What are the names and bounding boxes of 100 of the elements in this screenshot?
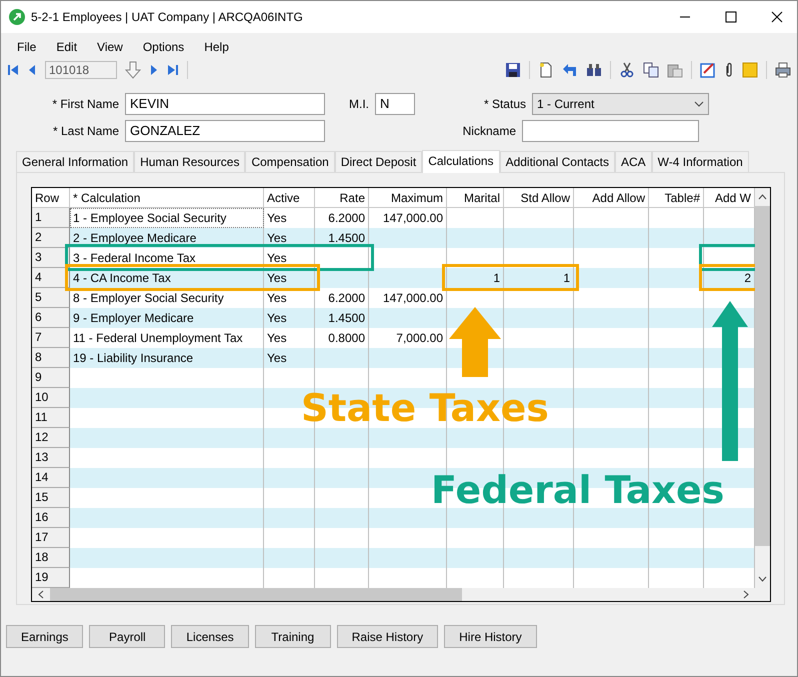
column-header[interactable]: Maximum — [369, 188, 447, 208]
paste-icon[interactable] — [667, 62, 683, 78]
row-number: 1 — [32, 208, 70, 228]
annotation-label: State Taxes — [301, 389, 549, 427]
table-cell: Yes — [264, 268, 315, 288]
edit-note-icon[interactable] — [700, 62, 716, 78]
cut-icon[interactable] — [619, 62, 635, 78]
app-logo-icon — [9, 9, 25, 25]
column-header[interactable]: Std Allow — [504, 188, 574, 208]
table-cell: Yes — [264, 308, 315, 328]
menu-item[interactable]: File — [7, 40, 46, 54]
tab[interactable]: Direct Deposit — [334, 151, 422, 172]
row-number: 15 — [32, 488, 70, 508]
tab[interactable]: ACA — [614, 151, 652, 172]
row-number: 3 — [32, 248, 70, 268]
tab[interactable]: General Information — [16, 151, 134, 172]
last-name-field[interactable]: GONZALEZ — [125, 120, 325, 142]
middle-initial-field[interactable]: N — [375, 93, 415, 115]
row-number: 18 — [32, 548, 70, 568]
nickname-field[interactable] — [522, 120, 699, 142]
menu-item[interactable]: Edit — [46, 40, 88, 54]
annotation-label: Federal Taxes — [431, 471, 724, 509]
action-button[interactable]: Hire History — [444, 625, 537, 648]
field-label: M.I. — [348, 97, 370, 111]
action-button[interactable]: Payroll — [89, 625, 166, 648]
menu-item[interactable]: Options — [132, 40, 194, 54]
row-number: 8 — [32, 348, 70, 368]
row-number: 12 — [32, 428, 70, 448]
column-header[interactable]: Marital — [447, 188, 504, 208]
status-dropdown[interactable]: 1 - Current — [532, 93, 709, 115]
row-number: 13 — [32, 448, 70, 468]
table-cell: 1 — [447, 268, 504, 288]
action-button[interactable]: Licenses — [171, 625, 249, 648]
tab[interactable]: W-4 Information — [652, 151, 749, 172]
table-cell: 3 - Federal Income Tax — [70, 248, 264, 268]
row-number: 6 — [32, 308, 70, 328]
window-title: 5-2-1 Employees | UAT Company | ARCQA06INTG — [31, 10, 303, 24]
table-cell: Yes — [264, 228, 315, 248]
undo-arrow-icon[interactable] — [562, 62, 578, 78]
tab[interactable]: Human Resources — [134, 151, 246, 172]
sticky-note-icon[interactable] — [742, 62, 758, 78]
close-icon[interactable] — [771, 11, 783, 23]
copy-icon[interactable] — [643, 62, 659, 78]
first-name-field[interactable]: KEVIN — [125, 93, 325, 115]
row-number: 10 — [32, 388, 70, 408]
chevron-down-icon — [694, 101, 704, 107]
table-cell: 19 - Liability Insurance — [70, 348, 264, 368]
scroll-down-icon[interactable] — [758, 576, 767, 582]
field-label: * Last Name — [52, 124, 120, 138]
field-label: * First Name — [51, 97, 120, 111]
paperclip-icon[interactable] — [724, 62, 734, 78]
scroll-left-icon[interactable] — [38, 590, 44, 599]
last-record-icon[interactable] — [167, 64, 179, 76]
scroll-right-icon[interactable] — [743, 590, 749, 599]
down-arrow-icon[interactable] — [125, 61, 141, 79]
column-header[interactable]: Table# — [649, 188, 704, 208]
up-arrow-icon — [449, 307, 501, 377]
binoculars-icon[interactable] — [586, 62, 602, 78]
row-number: 9 — [32, 368, 70, 388]
maximize-icon[interactable] — [725, 11, 737, 23]
menu-item[interactable]: Help — [194, 40, 239, 54]
row-number: 2 — [32, 228, 70, 248]
action-button[interactable]: Earnings — [6, 625, 84, 648]
up-arrow-icon — [712, 301, 748, 461]
column-header[interactable]: Add Allow — [574, 188, 649, 208]
table-cell: 2 - Employee Medicare — [70, 228, 264, 248]
column-header[interactable]: Active — [264, 188, 315, 208]
table-cell: 1.4500 — [315, 228, 369, 248]
column-header[interactable]: * Calculation — [70, 188, 264, 208]
previous-record-icon[interactable] — [27, 64, 37, 76]
row-number: 5 — [32, 288, 70, 308]
row-number: 4 — [32, 268, 70, 288]
tab[interactable]: Calculations — [422, 150, 500, 173]
printer-icon[interactable] — [775, 62, 791, 78]
tab[interactable]: Additional Contacts — [500, 151, 615, 172]
record-number-field[interactable]: 101018 — [45, 61, 117, 79]
scroll-up-icon[interactable] — [758, 194, 767, 200]
row-number: 17 — [32, 528, 70, 548]
table-cell: 9 - Employer Medicare — [70, 308, 264, 328]
next-record-icon[interactable] — [149, 64, 159, 76]
column-header[interactable]: Row — [32, 188, 70, 208]
row-number: 16 — [32, 508, 70, 528]
tab[interactable]: Compensation — [245, 151, 335, 172]
row-number: 11 — [32, 408, 70, 428]
column-header[interactable]: Add W — [704, 188, 755, 208]
table-cell: 1.4500 — [315, 308, 369, 328]
table-cell: 4 - CA Income Tax — [70, 268, 264, 288]
menu-item[interactable]: View — [87, 40, 133, 54]
table-cell: Yes — [264, 248, 315, 268]
action-button[interactable]: Raise History — [336, 625, 438, 648]
table-cell: 1 — [504, 268, 574, 288]
table-cell: Yes — [264, 348, 315, 368]
new-document-icon[interactable] — [538, 62, 554, 78]
row-number: 14 — [32, 468, 70, 488]
field-label: * Status — [482, 97, 527, 111]
row-number: 19 — [32, 568, 70, 588]
save-icon[interactable] — [505, 62, 521, 78]
first-record-icon[interactable] — [7, 64, 19, 76]
column-header[interactable]: Rate — [315, 188, 369, 208]
action-button[interactable]: Training — [254, 625, 331, 648]
